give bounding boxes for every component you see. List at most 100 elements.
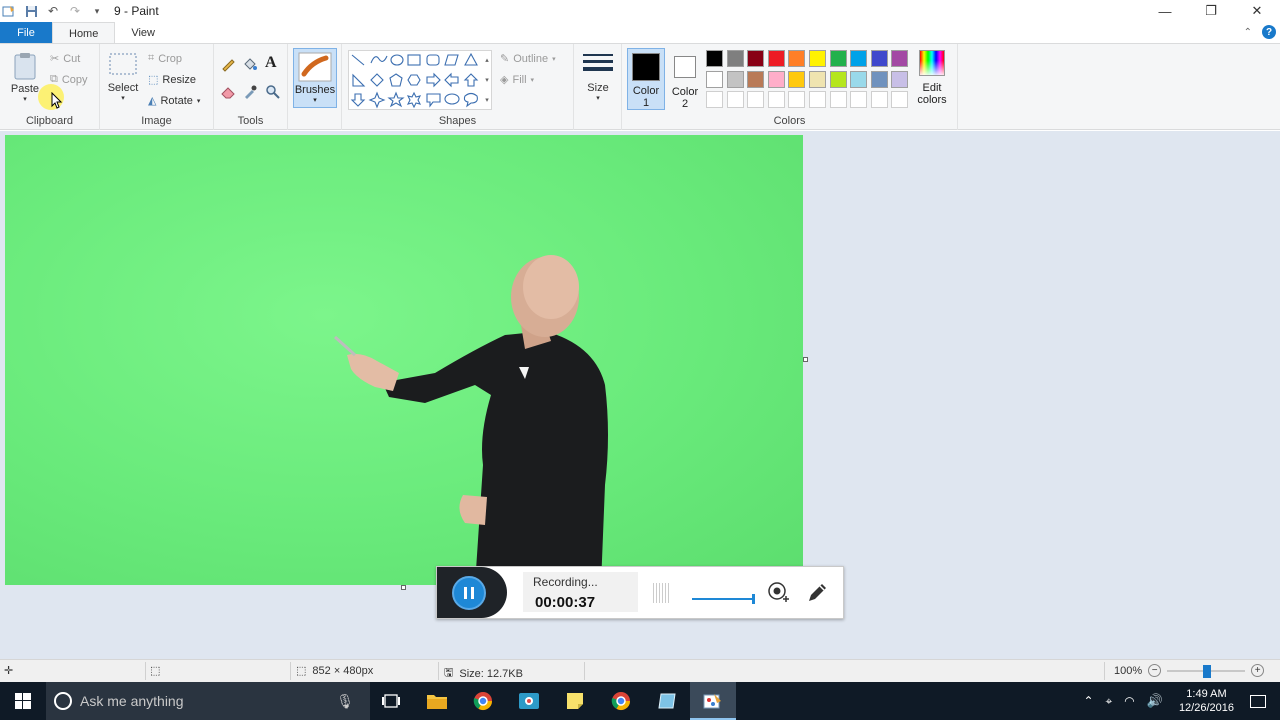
volume-icon[interactable]: 🔊 [1147,693,1163,709]
eraser-icon[interactable] [220,84,236,103]
palette-swatch[interactable] [767,70,785,88]
palette-swatch[interactable] [726,50,744,67]
collapse-ribbon-icon[interactable]: ⌃ [1244,27,1252,38]
fill-dropdown-icon[interactable]: ▾ [531,76,535,84]
palette-swatch[interactable] [829,91,847,108]
show-hidden-icons-icon[interactable]: ⌃ [1083,694,1093,708]
fill-button[interactable]: ◈ Fill ▾ [500,73,535,87]
file-explorer-taskbar-icon[interactable] [414,682,460,720]
camtasia-taskbar-icon[interactable] [506,682,552,720]
palette-swatch[interactable] [706,50,723,67]
palette-swatch[interactable] [809,91,826,108]
palette-swatch[interactable] [850,91,868,108]
palette-swatch[interactable] [809,50,826,67]
pen-annotate-icon[interactable] [805,581,829,605]
palette-swatch[interactable] [747,50,765,67]
magnifier-icon[interactable] [265,84,281,103]
chrome-second-taskbar-icon[interactable] [598,682,644,720]
documents-taskbar-icon[interactable] [644,682,690,720]
zoom-out-icon[interactable]: − [1148,664,1162,677]
cut-button[interactable]: ✂ Cut [50,52,80,66]
minimize-button[interactable]: — [1142,0,1188,22]
palette-swatch[interactable] [706,91,723,108]
tab-home[interactable]: Home [52,22,116,44]
chrome-taskbar-icon[interactable] [460,682,506,720]
volume-slider[interactable] [692,598,754,600]
palette-swatch[interactable] [788,50,806,67]
volume-slider-knob[interactable] [752,594,755,604]
palette-swatch[interactable] [870,50,888,67]
palette-swatch[interactable] [891,50,909,67]
brushes-button[interactable]: Brushes ▾ [293,48,337,108]
canvas-resize-handle-bottom[interactable] [401,585,406,590]
task-view-button[interactable] [368,682,414,720]
paint-taskbar-icon[interactable] [690,682,736,720]
rotate-dropdown-icon[interactable]: ▾ [197,97,201,105]
palette-swatch[interactable] [850,50,868,67]
redo-icon[interactable]: ↷ [68,4,82,18]
sticky-notes-taskbar-icon[interactable] [552,682,598,720]
edit-colors-button[interactable]: Edit colors [914,50,950,106]
select-dropdown-icon[interactable]: ▾ [121,94,125,102]
size-button[interactable]: Size ▾ [581,52,615,102]
cortana-search-box[interactable]: Ask me anything 🎙 [46,682,370,720]
palette-swatch[interactable] [870,91,888,108]
select-button[interactable]: Select ▾ [106,52,140,102]
pause-button[interactable] [452,576,486,610]
brushes-dropdown-icon[interactable]: ▾ [313,96,317,104]
paste-button[interactable]: Paste ▾ [8,52,42,103]
system-clock[interactable]: 1:49 AM 12/26/2016 [1179,687,1234,715]
webcam-icon[interactable] [767,581,791,605]
resize-button[interactable]: ⬚ Resize [148,73,196,87]
paste-dropdown-icon[interactable]: ▾ [23,95,27,103]
palette-swatch[interactable] [706,70,723,88]
drag-handle-icon[interactable] [653,583,669,603]
outline-button[interactable]: ✎ Outline ▾ [500,52,556,66]
palette-swatch[interactable] [850,70,868,88]
palette-swatch[interactable] [870,70,888,88]
palette-swatch[interactable] [788,91,806,108]
outline-dropdown-icon[interactable]: ▾ [552,55,556,63]
text-icon[interactable]: A [265,54,277,72]
size-dropdown-icon[interactable]: ▾ [596,94,600,102]
restore-button[interactable]: ❐ [1188,0,1234,22]
tab-view[interactable]: View [115,22,171,44]
start-button[interactable] [0,682,46,720]
shapes-expand-icon[interactable]: ▾ [485,96,489,104]
tab-file[interactable]: File [0,22,52,44]
fill-bucket-icon[interactable] [242,56,258,75]
palette-swatch[interactable] [726,91,744,108]
shapes-gallery[interactable] [348,50,492,110]
network-adapter-icon[interactable]: ⌖ [1106,694,1113,709]
close-button[interactable]: ✕ [1234,0,1280,22]
palette-swatch[interactable] [891,91,909,108]
palette-swatch[interactable] [829,50,847,67]
microphone-icon[interactable]: 🎙 [336,693,354,710]
palette-swatch[interactable] [767,91,785,108]
palette-swatch[interactable] [747,70,765,88]
paint-app-icon[interactable] [2,4,16,18]
palette-swatch[interactable] [829,70,847,88]
color-picker-icon[interactable] [242,84,258,103]
palette-swatch[interactable] [788,70,806,88]
zoom-in-icon[interactable]: + [1251,664,1265,677]
image-canvas[interactable] [5,135,803,585]
color1-button[interactable]: Color 1 [627,48,665,110]
undo-icon[interactable]: ↶ [46,4,60,18]
palette-swatch[interactable] [747,91,765,108]
canvas-resize-handle-right[interactable] [803,357,808,362]
palette-swatch[interactable] [891,70,909,88]
palette-swatch[interactable] [809,70,826,88]
rotate-button[interactable]: ◭ Rotate ▾ [148,94,201,108]
shapes-scroll[interactable]: ▴ ▾ ▾ [482,50,492,110]
wifi-icon[interactable]: ◠ [1124,694,1134,708]
help-icon[interactable]: ? [1262,25,1276,39]
action-center-icon[interactable] [1250,694,1266,708]
shapes-scroll-up-icon[interactable]: ▴ [485,56,489,64]
palette-swatch[interactable] [767,50,785,67]
customize-toolbar-icon[interactable]: ▾ [90,4,104,18]
crop-button[interactable]: ⌗ Crop [148,52,182,65]
pencil-icon[interactable] [220,56,236,75]
save-icon[interactable] [24,4,38,18]
zoom-slider[interactable] [1167,664,1246,678]
